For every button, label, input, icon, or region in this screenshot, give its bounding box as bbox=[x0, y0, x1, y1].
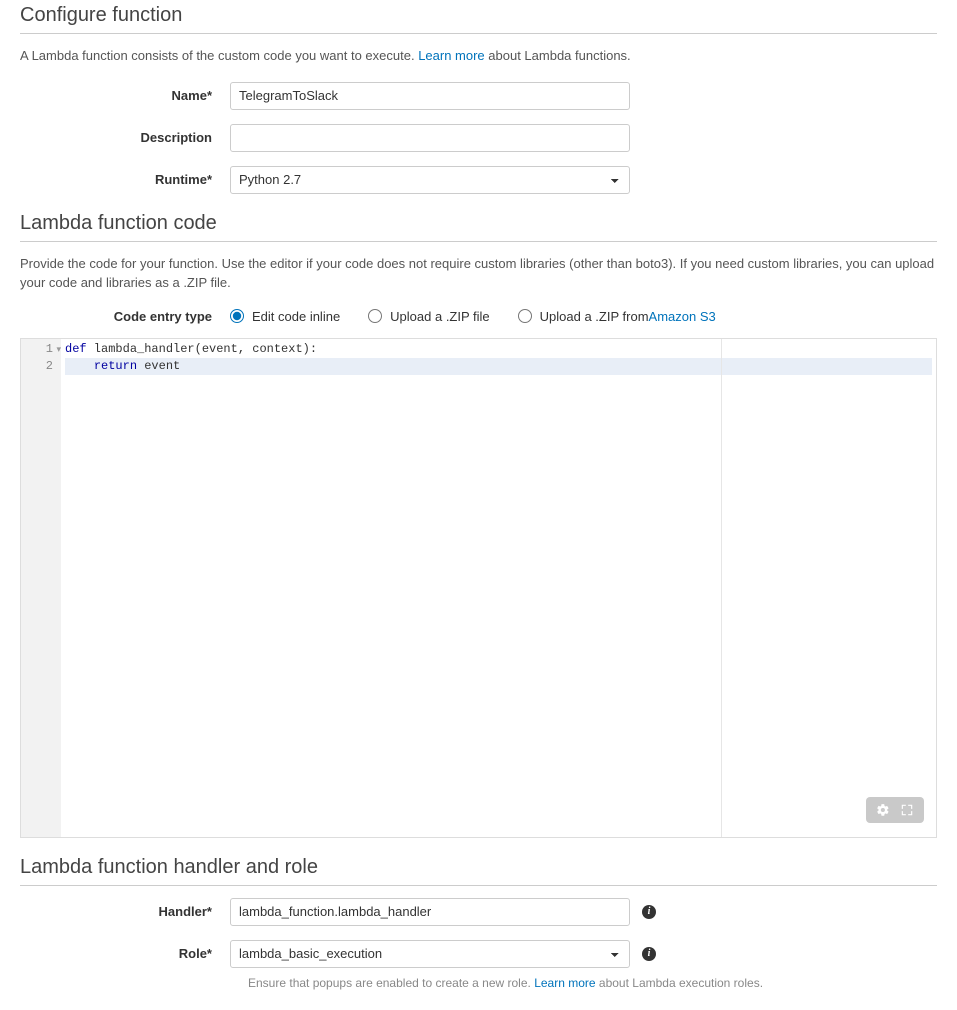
radio-edit-inline-label: Edit code inline bbox=[252, 309, 340, 324]
editor-toolbar bbox=[866, 797, 924, 823]
code-textarea[interactable]: def lambda_handler(event, context): retu… bbox=[61, 339, 936, 837]
fullscreen-icon[interactable] bbox=[900, 803, 914, 817]
code-editor[interactable]: 1▾ 2 def lambda_handler(event, context):… bbox=[20, 338, 937, 838]
line-number-2: 2 bbox=[46, 359, 53, 373]
section-title-code: Lambda function code bbox=[20, 212, 937, 242]
configure-desc-pre: A Lambda function consists of the custom… bbox=[20, 48, 418, 63]
code-line1-rest: lambda_handler(event, context): bbox=[87, 342, 317, 356]
description-input[interactable] bbox=[230, 124, 630, 152]
info-icon-handler[interactable]: i bbox=[642, 905, 656, 919]
code-ruler bbox=[721, 339, 722, 837]
line-number-1: 1 bbox=[46, 342, 53, 356]
configure-desc-post: about Lambda functions. bbox=[485, 48, 631, 63]
code-entry-label: Code entry type bbox=[20, 309, 230, 324]
radio-edit-inline-input[interactable] bbox=[230, 309, 244, 323]
role-select[interactable]: lambda_basic_execution bbox=[230, 940, 630, 968]
amazon-s3-link[interactable]: Amazon S3 bbox=[649, 309, 716, 324]
radio-upload-zip-input[interactable] bbox=[368, 309, 382, 323]
name-label: Name* bbox=[20, 88, 230, 103]
runtime-select[interactable]: Python 2.7 bbox=[230, 166, 630, 194]
radio-upload-s3-input[interactable] bbox=[518, 309, 532, 323]
gear-icon[interactable] bbox=[876, 803, 890, 817]
code-description: Provide the code for your function. Use … bbox=[20, 254, 937, 293]
radio-upload-zip[interactable]: Upload a .ZIP file bbox=[368, 309, 489, 324]
radio-upload-zip-label: Upload a .ZIP file bbox=[390, 309, 489, 324]
handler-input[interactable] bbox=[230, 898, 630, 926]
radio-upload-s3-label: Upload a .ZIP from bbox=[540, 309, 649, 324]
name-input[interactable] bbox=[230, 82, 630, 110]
code-kw-def: def bbox=[65, 342, 87, 356]
role-label: Role* bbox=[20, 946, 230, 961]
role-helper-post: about Lambda execution roles. bbox=[596, 976, 763, 990]
section-title-handler: Lambda function handler and role bbox=[20, 856, 937, 886]
handler-label: Handler* bbox=[20, 904, 230, 919]
configure-description: A Lambda function consists of the custom… bbox=[20, 46, 937, 66]
code-kw-return: return bbox=[94, 359, 137, 373]
runtime-label: Runtime* bbox=[20, 172, 230, 187]
radio-upload-s3[interactable]: Upload a .ZIP from Amazon S3 bbox=[518, 309, 716, 324]
code-gutter: 1▾ 2 bbox=[21, 339, 61, 837]
info-icon-role[interactable]: i bbox=[642, 947, 656, 961]
code-line2-indent bbox=[65, 359, 94, 373]
radio-edit-inline[interactable]: Edit code inline bbox=[230, 309, 340, 324]
section-title-configure: Configure function bbox=[20, 4, 937, 34]
code-line2-rest: event bbox=[137, 359, 180, 373]
role-helper-pre: Ensure that popups are enabled to create… bbox=[248, 976, 534, 990]
role-helper-text: Ensure that popups are enabled to create… bbox=[248, 976, 937, 990]
learn-more-link-role[interactable]: Learn more bbox=[534, 976, 595, 990]
learn-more-link-configure[interactable]: Learn more bbox=[418, 48, 484, 63]
description-label: Description bbox=[20, 130, 230, 145]
